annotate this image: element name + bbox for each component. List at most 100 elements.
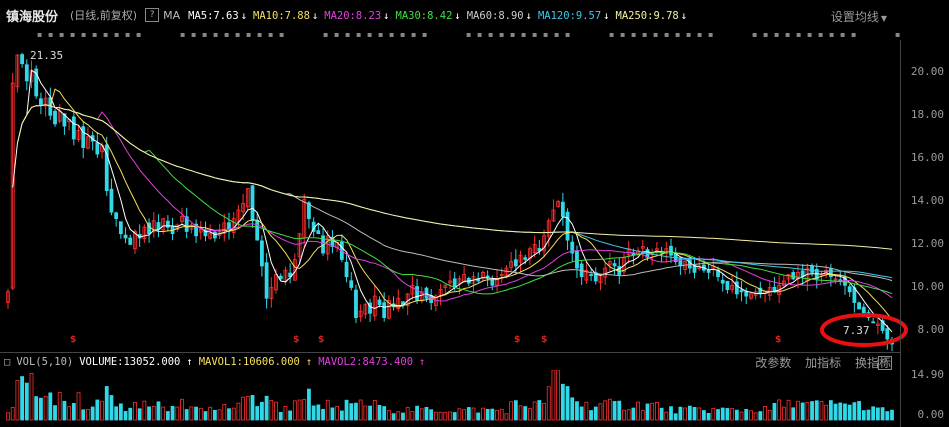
- signal-marker[interactable]: $: [70, 335, 76, 345]
- candle-body[interactable]: [316, 230, 321, 235]
- candle-body[interactable]: [857, 302, 861, 310]
- event-marker[interactable]: ▪: [466, 30, 472, 40]
- event-marker[interactable]: ▪: [477, 30, 483, 40]
- event-marker[interactable]: ▪: [103, 30, 109, 40]
- candle-body[interactable]: [415, 286, 419, 301]
- event-marker[interactable]: ▪: [675, 30, 681, 40]
- ma-settings-button[interactable]: 设置均线 ▼: [831, 8, 887, 25]
- event-marker[interactable]: ▪: [697, 30, 703, 40]
- event-marker[interactable]: ▪: [367, 30, 373, 40]
- candle-body[interactable]: [255, 219, 260, 241]
- event-marker[interactable]: ▪: [180, 30, 186, 40]
- candle-body[interactable]: [227, 222, 231, 230]
- event-marker[interactable]: ▪: [279, 30, 285, 40]
- candle-body[interactable]: [109, 188, 114, 213]
- event-marker[interactable]: ▪: [235, 30, 241, 40]
- event-marker[interactable]: ▪: [422, 30, 428, 40]
- vol-collapse-icon[interactable]: □: [4, 356, 10, 368]
- event-marker[interactable]: ▪: [664, 30, 670, 40]
- event-marker[interactable]: ▪: [246, 30, 252, 40]
- event-marker[interactable]: ▪: [400, 30, 406, 40]
- event-marker[interactable]: ▪: [895, 30, 901, 40]
- event-marker[interactable]: ▪: [213, 30, 219, 40]
- event-marker[interactable]: ▪: [499, 30, 505, 40]
- event-marker[interactable]: ▪: [631, 30, 637, 40]
- event-marker[interactable]: ▪: [488, 30, 494, 40]
- event-marker[interactable]: ▪: [411, 30, 417, 40]
- help-icon[interactable]: ?: [145, 8, 160, 22]
- event-marker[interactable]: ▪: [642, 30, 648, 40]
- candle-body[interactable]: [560, 201, 565, 217]
- candle-body[interactable]: [791, 272, 796, 280]
- candle-body[interactable]: [485, 275, 490, 278]
- candle-body[interactable]: [490, 279, 495, 286]
- event-marker[interactable]: ▪: [48, 30, 54, 40]
- event-marker[interactable]: ▪: [191, 30, 197, 40]
- candle-body[interactable]: [575, 250, 579, 269]
- signal-marker[interactable]: $: [318, 335, 324, 345]
- event-marker[interactable]: ▪: [609, 30, 615, 40]
- vol-help-icon[interactable]: ?: [878, 356, 892, 370]
- event-marker[interactable]: ▪: [81, 30, 87, 40]
- event-marker[interactable]: ▪: [829, 30, 835, 40]
- event-marker[interactable]: ▪: [807, 30, 813, 40]
- signal-marker[interactable]: $: [775, 335, 781, 345]
- event-marker[interactable]: ▪: [92, 30, 98, 40]
- event-marker[interactable]: ▪: [345, 30, 351, 40]
- candle-body[interactable]: [523, 257, 528, 260]
- candle-body[interactable]: [53, 110, 57, 125]
- event-marker[interactable]: ▪: [224, 30, 230, 40]
- event-marker[interactable]: ▪: [752, 30, 758, 40]
- event-marker[interactable]: ▪: [268, 30, 274, 40]
- event-marker[interactable]: ▪: [334, 30, 340, 40]
- candle-body[interactable]: [123, 234, 128, 239]
- candle-body[interactable]: [720, 279, 725, 284]
- candle-body[interactable]: [687, 259, 692, 269]
- candle-body[interactable]: [71, 116, 76, 140]
- candle-body[interactable]: [24, 64, 29, 82]
- candle-body[interactable]: [669, 245, 673, 256]
- signal-marker[interactable]: $: [293, 335, 299, 345]
- candle-body[interactable]: [118, 221, 123, 235]
- add-indicator-button[interactable]: 加指标: [805, 356, 841, 370]
- candle-body[interactable]: [725, 280, 730, 291]
- event-marker[interactable]: ▪: [521, 30, 527, 40]
- event-marker[interactable]: ▪: [796, 30, 802, 40]
- event-marker[interactable]: ▪: [532, 30, 538, 40]
- candle-body[interactable]: [344, 261, 349, 278]
- candle-body[interactable]: [744, 291, 749, 297]
- candle-body[interactable]: [250, 185, 255, 222]
- event-marker[interactable]: ▪: [785, 30, 791, 40]
- event-marker[interactable]: ▪: [136, 30, 142, 40]
- event-marker[interactable]: ▪: [653, 30, 659, 40]
- candle-body[interactable]: [377, 299, 382, 306]
- event-marker[interactable]: ▪: [543, 30, 549, 40]
- event-marker[interactable]: ▪: [389, 30, 395, 40]
- event-marker[interactable]: ▪: [323, 30, 329, 40]
- event-marker[interactable]: ▪: [840, 30, 846, 40]
- event-marker[interactable]: ▪: [774, 30, 780, 40]
- event-marker[interactable]: ▪: [554, 30, 560, 40]
- candlestick-chart[interactable]: [0, 40, 900, 352]
- candle-body[interactable]: [81, 126, 86, 148]
- event-marker[interactable]: ▪: [510, 30, 516, 40]
- event-marker[interactable]: ▪: [686, 30, 692, 40]
- candle-body[interactable]: [128, 237, 133, 245]
- event-marker[interactable]: ▪: [70, 30, 76, 40]
- candle-body[interactable]: [565, 211, 570, 241]
- candle-body[interactable]: [452, 278, 457, 288]
- event-marker[interactable]: ▪: [708, 30, 714, 40]
- candle-body[interactable]: [828, 268, 833, 278]
- event-marker[interactable]: ▪: [763, 30, 769, 40]
- candle-body[interactable]: [264, 262, 269, 299]
- candle-body[interactable]: [589, 274, 593, 276]
- candle-body[interactable]: [382, 302, 387, 318]
- candle-body[interactable]: [513, 259, 518, 267]
- candle-body[interactable]: [349, 280, 354, 288]
- event-marker[interactable]: ▪: [356, 30, 362, 40]
- event-marker[interactable]: ▪: [620, 30, 626, 40]
- candle-body[interactable]: [810, 265, 814, 273]
- event-marker[interactable]: ▪: [59, 30, 65, 40]
- event-marker[interactable]: ▪: [378, 30, 384, 40]
- candle-body[interactable]: [847, 286, 852, 293]
